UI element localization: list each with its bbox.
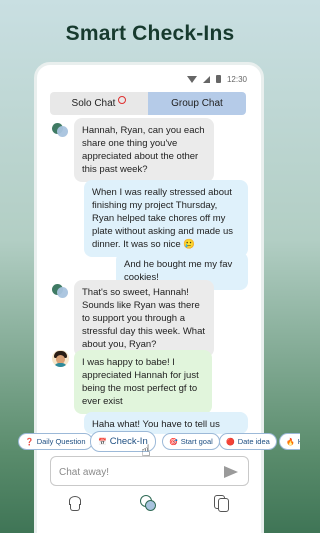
send-icon[interactable] xyxy=(224,466,238,478)
wifi-icon xyxy=(186,75,197,83)
ai-avatar-icon xyxy=(52,123,68,137)
question-icon: ❓ xyxy=(25,438,34,446)
chip-daily-question[interactable]: ❓ Daily Question xyxy=(18,433,93,450)
chip-label: Date idea xyxy=(237,437,270,446)
chat-message-ai: That's so sweet, Hannah! Sounds like Rya… xyxy=(74,280,214,357)
tab-group-chat[interactable]: Group Chat xyxy=(148,92,246,115)
tab-solo-chat[interactable]: Solo Chat xyxy=(50,92,148,115)
status-bar: 12:30 xyxy=(37,65,261,93)
chat-message-outgoing: When I was really stressed about finishi… xyxy=(84,180,248,257)
chip-date-idea[interactable]: 🔴 Date idea xyxy=(219,433,277,450)
chip-label: Start goal xyxy=(180,437,213,446)
notification-badge xyxy=(118,96,127,104)
chat-input[interactable] xyxy=(59,464,209,480)
fire-icon: 🔥 xyxy=(286,438,295,446)
chat-mode-tabs: Solo Chat Group Chat xyxy=(50,92,246,115)
calendar-icon: 📅 xyxy=(98,438,107,446)
tab-solo-chat-label: Solo Chat xyxy=(71,98,116,109)
chat-icon[interactable] xyxy=(139,494,157,512)
message-composer xyxy=(50,456,249,486)
bottom-navigation xyxy=(50,494,249,516)
signal-icon xyxy=(202,75,210,83)
status-time: 12:30 xyxy=(226,74,247,84)
battery-icon xyxy=(215,75,221,83)
chip-label: Ho xyxy=(298,437,300,446)
chip-label: Daily Question xyxy=(36,437,86,446)
chip-more[interactable]: 🔥 Ho xyxy=(279,433,300,450)
plant-icon[interactable] xyxy=(66,494,84,512)
target-icon: 🎯 xyxy=(169,438,178,446)
people-icon[interactable] xyxy=(212,494,230,512)
date-idea-icon: 🔴 xyxy=(226,438,235,446)
chat-message-ai: Hannah, Ryan, can you each share one thi… xyxy=(74,118,214,182)
chip-start-goal[interactable]: 🎯 Start goal xyxy=(162,433,220,450)
hannah-avatar xyxy=(52,350,69,367)
ai-avatar-icon xyxy=(52,284,68,298)
page-headline: Smart Check-Ins xyxy=(65,22,235,45)
chat-message-partner: I was happy to babe! I appreciated Hanna… xyxy=(74,350,212,414)
tab-group-chat-label: Group Chat xyxy=(171,98,223,109)
